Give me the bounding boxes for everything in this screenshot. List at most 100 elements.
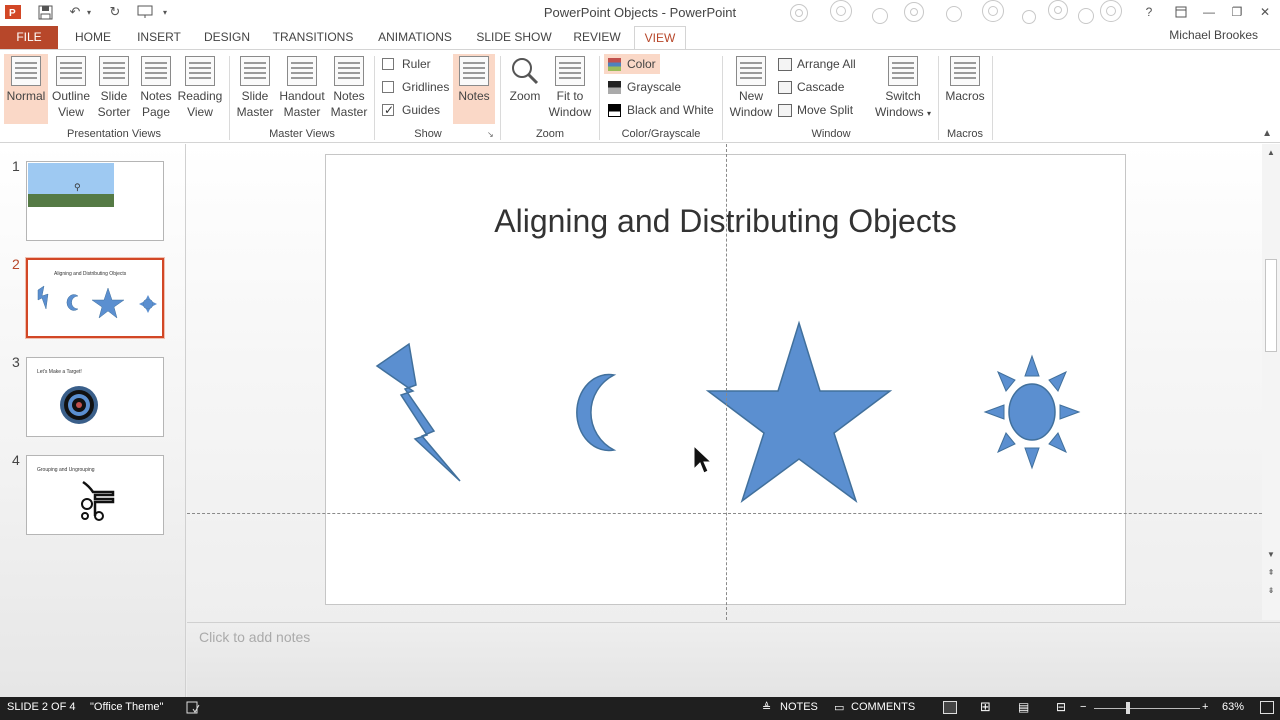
notes-status-button[interactable]: NOTES — [780, 701, 818, 713]
grayscale-swatch-icon — [608, 80, 621, 94]
zoom-in-icon[interactable]: + — [1202, 701, 1208, 713]
zoom-button[interactable]: Zoom — [504, 54, 546, 124]
minimize-button[interactable]: — — [1200, 3, 1218, 21]
comments-status-button[interactable]: COMMENTS — [851, 701, 915, 713]
notes-master-label: Notes Master — [330, 89, 368, 119]
tab-slide-show[interactable]: SLIDE SHOW — [470, 26, 558, 50]
collapse-ribbon-icon[interactable]: ▲ — [1262, 128, 1272, 139]
figure-icon: ⚲ — [74, 182, 81, 192]
spell-check-icon[interactable] — [186, 701, 200, 717]
move-split-label: Move Split — [797, 103, 854, 117]
tab-design[interactable]: DESIGN — [198, 26, 256, 50]
reading-view-button[interactable]: Reading View — [176, 54, 224, 124]
slide-2-shapes-thumbnail — [37, 285, 157, 319]
gridlines-checkbox[interactable]: Gridlines — [382, 77, 449, 97]
slide-sorter-status-icon[interactable]: ⊞ — [980, 699, 991, 715]
new-window-label: New Window — [729, 89, 773, 119]
fit-slide-to-window-icon[interactable] — [1260, 701, 1274, 714]
lightning-bolt-shape[interactable] — [375, 342, 461, 482]
zoom-out-icon[interactable]: − — [1080, 701, 1086, 713]
thumbnail-number: 2 — [12, 256, 20, 272]
dropdown-arrow-icon: ▾ — [927, 109, 932, 118]
notes-pane[interactable]: Click to add notes — [187, 622, 1280, 697]
cascade-icon — [778, 80, 792, 94]
vertical-guide[interactable] — [726, 144, 727, 620]
zoom-slider-knob[interactable] — [1126, 702, 1130, 714]
close-button[interactable]: ✕ — [1256, 3, 1274, 21]
normal-view-button[interactable]: Normal — [4, 54, 48, 124]
slide-master-button[interactable]: Slide Master — [234, 54, 276, 124]
grayscale-button[interactable]: Grayscale — [604, 77, 685, 97]
handout-master-button[interactable]: Handout Master — [278, 54, 326, 124]
ribbon-display-options-icon[interactable] — [1172, 3, 1190, 21]
help-button[interactable]: ? — [1140, 3, 1158, 21]
group-separator — [722, 56, 723, 140]
color-label: Color — [627, 57, 656, 71]
cascade-button[interactable]: Cascade — [778, 77, 844, 97]
switch-windows-button[interactable]: Switch Windows ▾ — [872, 54, 934, 124]
restore-button[interactable]: ❐ — [1228, 3, 1246, 21]
reading-view-label: Reading View — [177, 89, 223, 119]
group-label-presentation-views: Presentation Views — [67, 128, 161, 140]
tab-animations[interactable]: ANIMATIONS — [370, 26, 460, 50]
title-bar: P ↶ ▾ ↻ ▾ PowerPoint Objects - PowerPoin… — [0, 0, 1280, 26]
notes-page-button[interactable]: Notes Page — [136, 54, 176, 124]
arrange-all-button[interactable]: Arrange All — [778, 54, 856, 74]
color-button[interactable]: Color — [604, 54, 660, 74]
ribbon: Normal Outline View Slide Sorter Notes P… — [0, 49, 1280, 143]
notes-status-icon[interactable]: ≜ — [762, 701, 771, 714]
sun-shape[interactable] — [983, 354, 1081, 470]
guides-checkbox[interactable]: Guides — [382, 100, 440, 120]
slide-show-status-icon[interactable]: ⊟ — [1056, 700, 1066, 714]
previous-slide-icon[interactable]: ⇞ — [1264, 567, 1278, 579]
group-label-macros: Macros — [946, 128, 984, 140]
ruler-checkbox[interactable]: Ruler — [382, 54, 431, 74]
slide-thumbnail-1[interactable]: ⚲ — [26, 161, 164, 241]
tab-file[interactable]: FILE — [0, 26, 58, 50]
scroll-down-icon[interactable]: ▼ — [1264, 549, 1278, 561]
gridlines-checkbox-box[interactable] — [382, 81, 394, 93]
tab-insert[interactable]: INSERT — [130, 26, 188, 50]
tab-transitions[interactable]: TRANSITIONS — [266, 26, 360, 50]
group-label-color-grayscale: Color/Grayscale — [621, 128, 701, 140]
reading-view-status-icon[interactable]: ▤ — [1018, 700, 1029, 714]
scrollbar-thumb[interactable] — [1265, 259, 1277, 352]
macros-button[interactable]: Macros — [942, 54, 988, 124]
comments-icon[interactable]: ▭ — [834, 701, 844, 714]
move-split-button[interactable]: Move Split — [778, 100, 853, 120]
scroll-up-icon[interactable]: ▲ — [1264, 147, 1278, 159]
slide-thumbnail-4[interactable]: Grouping and Ungrouping — [26, 455, 164, 535]
outline-view-button[interactable]: Outline View — [48, 54, 94, 124]
target-thumbnail-image — [60, 386, 98, 424]
slide-thumbnail-3[interactable]: Let's Make a Target! — [26, 357, 164, 437]
moon-shape[interactable] — [576, 373, 617, 452]
show-dialog-launcher-icon[interactable]: ↘ — [487, 130, 494, 139]
gridlines-label: Gridlines — [402, 80, 450, 94]
user-account[interactable]: Michael Brookes — [1169, 28, 1258, 42]
notes-master-button[interactable]: Notes Master — [328, 54, 370, 124]
theme-name: "Office Theme" — [90, 701, 164, 713]
tab-view[interactable]: VIEW — [634, 26, 686, 51]
horizontal-guide[interactable] — [187, 513, 1262, 514]
slide-sorter-button[interactable]: Slide Sorter — [94, 54, 134, 124]
normal-view-status-icon[interactable] — [943, 701, 957, 714]
outline-view-icon — [56, 56, 86, 86]
vertical-scrollbar[interactable]: ▲ ▼ ⇞ ⇟ — [1262, 144, 1280, 620]
next-slide-icon[interactable]: ⇟ — [1264, 585, 1278, 597]
notes-toggle-button[interactable]: Notes — [453, 54, 495, 124]
guides-label: Guides — [402, 103, 441, 117]
new-window-button[interactable]: New Window — [727, 54, 775, 124]
macros-label: Macros — [945, 89, 985, 103]
guides-checkbox-box[interactable] — [382, 100, 394, 120]
fit-to-window-button[interactable]: Fit to Window — [546, 54, 594, 124]
star-shape[interactable] — [705, 320, 893, 503]
tab-review[interactable]: REVIEW — [568, 26, 626, 50]
tab-home[interactable]: HOME — [66, 26, 120, 50]
zoom-slider-track[interactable] — [1094, 708, 1200, 709]
zoom-level[interactable]: 63% — [1222, 701, 1244, 713]
group-label-window: Window — [811, 128, 851, 140]
black-and-white-button[interactable]: Black and White — [604, 100, 718, 120]
notes-placeholder[interactable]: Click to add notes — [199, 629, 310, 645]
ruler-checkbox-box[interactable] — [382, 58, 394, 70]
slide-thumbnail-2[interactable]: Aligning and Distributing Objects — [25, 257, 165, 339]
